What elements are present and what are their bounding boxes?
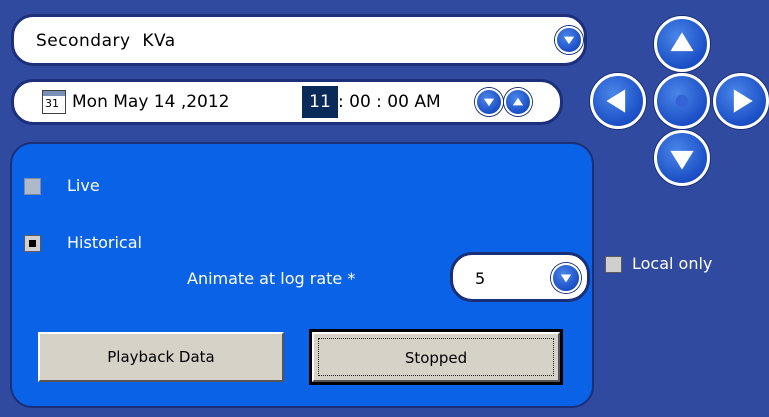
time-rest-text[interactable]: : 00 : 00 AM — [338, 92, 441, 112]
historical-label: Historical — [67, 233, 142, 252]
triangle-right-icon — [733, 89, 753, 113]
animate-rate-label: Animate at log rate * — [187, 269, 356, 288]
calendar-icon[interactable]: 31 — [42, 90, 66, 114]
live-label: Live — [67, 176, 100, 195]
animate-rate-arrow[interactable] — [551, 263, 581, 293]
pan-right-button[interactable] — [713, 73, 769, 129]
playback-panel: Live Historical Animate at log rate * 5 … — [10, 142, 594, 408]
time-decrement-button[interactable] — [475, 88, 503, 116]
hour-field[interactable]: 11 — [302, 86, 338, 118]
historical-radio-mark — [29, 240, 36, 247]
chevron-down-icon — [483, 98, 495, 107]
animate-rate-dropdown[interactable]: 5 — [450, 252, 590, 302]
triangle-down-icon — [670, 150, 694, 170]
dot-icon — [675, 94, 689, 108]
pan-down-button[interactable] — [654, 130, 710, 186]
chevron-up-icon — [512, 97, 524, 106]
date-text[interactable]: Mon May 14 ,2012 — [72, 92, 230, 112]
playback-data-label: Playback Data — [107, 348, 215, 366]
chevron-down-icon — [560, 274, 572, 283]
triangle-up-icon — [670, 32, 694, 52]
animate-rate-value: 5 — [475, 269, 486, 288]
chevron-down-icon — [563, 36, 575, 45]
stopped-button[interactable]: Stopped — [309, 329, 563, 385]
stopped-label: Stopped — [404, 349, 468, 367]
measurement-dropdown[interactable]: Secondary KVa — [11, 14, 587, 66]
live-radio[interactable] — [24, 178, 41, 195]
center-button[interactable] — [654, 73, 710, 129]
datetime-picker[interactable]: 31 Mon May 14 ,2012 11 : 00 : 00 AM — [11, 79, 563, 125]
triangle-left-icon — [606, 89, 626, 113]
playback-data-button[interactable]: Playback Data — [38, 332, 284, 382]
local-only-checkbox[interactable] — [605, 256, 622, 273]
historical-radio[interactable] — [24, 235, 41, 252]
pan-up-button[interactable] — [654, 16, 710, 72]
measurement-dropdown-arrow[interactable] — [555, 26, 583, 54]
time-increment-button[interactable] — [504, 88, 532, 116]
local-only-label: Local only — [632, 254, 713, 273]
pan-left-button[interactable] — [590, 73, 646, 129]
measurement-dropdown-value: Secondary KVa — [36, 31, 176, 51]
calendar-day: 31 — [45, 97, 59, 110]
